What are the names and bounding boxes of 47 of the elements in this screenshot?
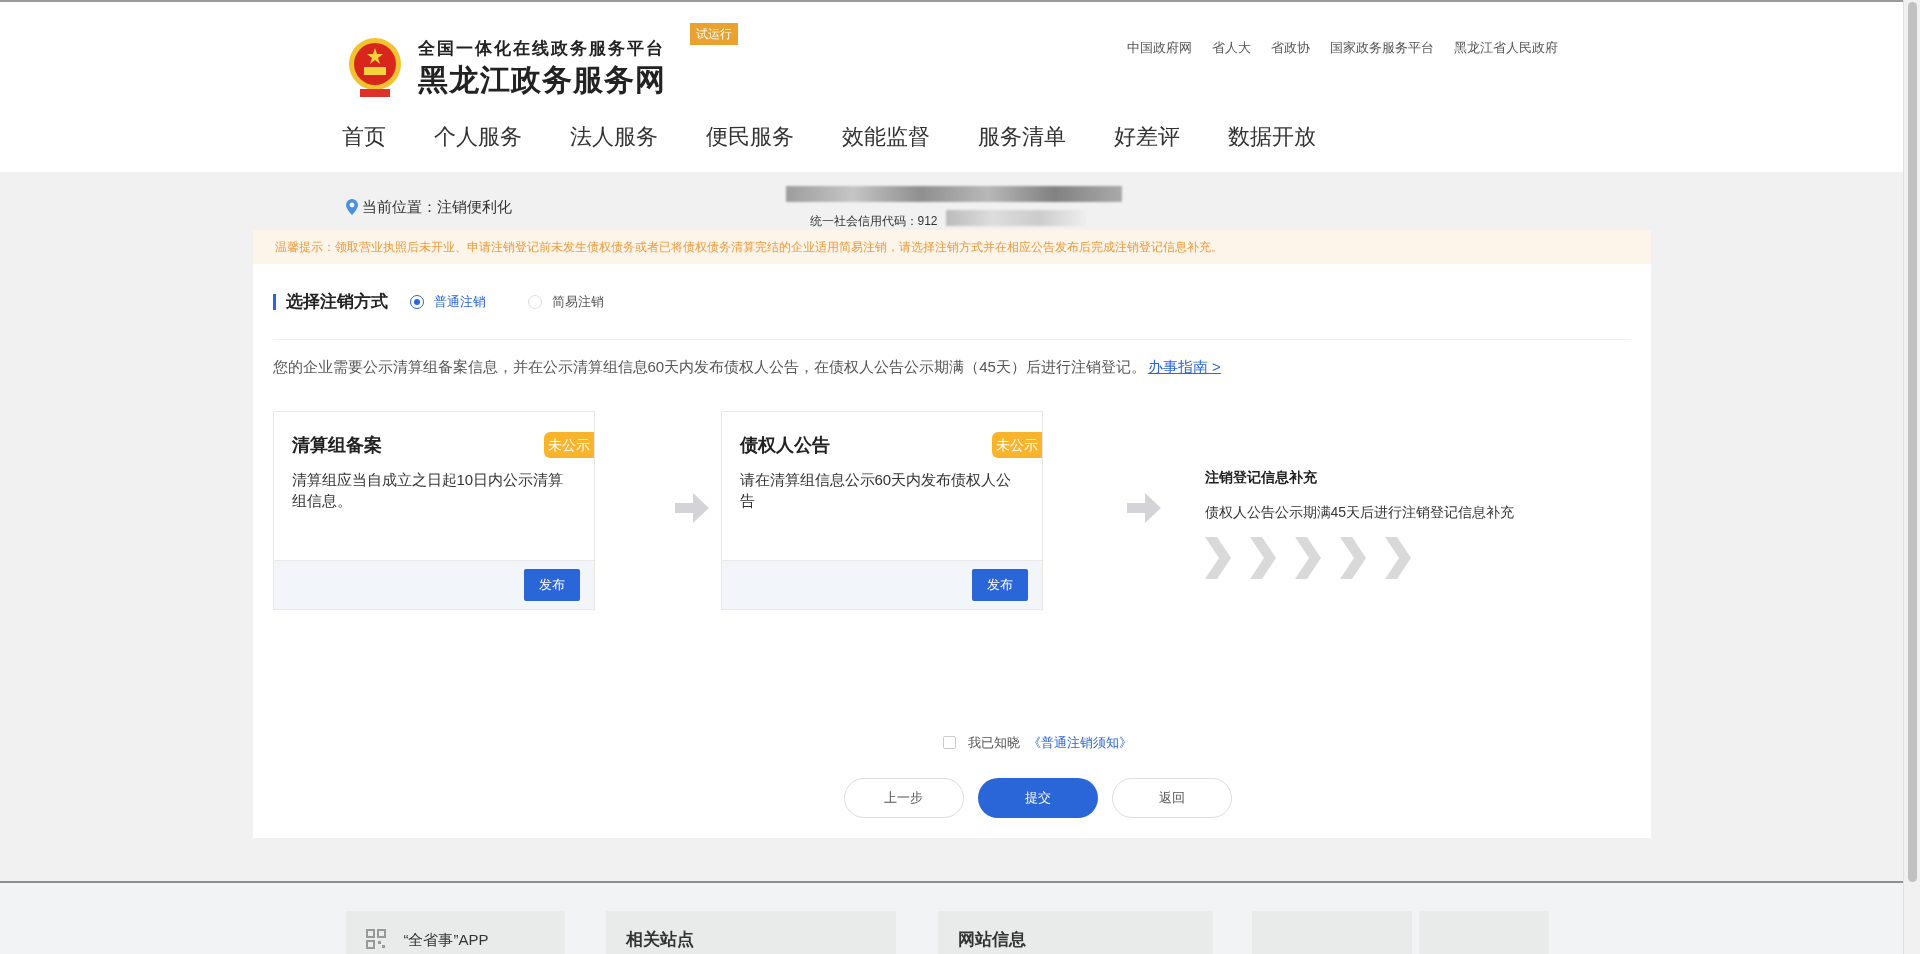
top-link[interactable]: 省政协 [1270, 38, 1310, 58]
nav-item[interactable]: 好差评 [1113, 120, 1180, 153]
top-link[interactable]: 省人大 [1211, 38, 1251, 58]
submit-button[interactable]: 提交 [977, 778, 1098, 818]
step-text: 清算组应当自成立之日起10日内公示清算组信息。 [291, 469, 565, 511]
top-link[interactable]: 黑龙江省人民政府 [1453, 38, 1558, 58]
site-title: 黑龙江政务服务网 [417, 61, 666, 98]
platform-subtitle: 全国一体化在线政务服务平台 [417, 38, 666, 61]
location-pin-icon [345, 199, 358, 216]
nav-item[interactable]: 首页 [341, 120, 386, 153]
top-link[interactable]: 国家政务服务平台 [1329, 38, 1434, 58]
step-text: 债权人公告公示期满45天后进行注销登记信息补充 [1204, 502, 1515, 522]
guide-link[interactable]: 办事指南 > [1147, 356, 1221, 379]
credit-code: 统一社会信用代码：912 [809, 213, 938, 230]
agree-label: 我已知晓 [968, 733, 1020, 752]
nav-item[interactable]: 效能监督 [841, 120, 930, 153]
step-title: 债权人公告 [739, 433, 830, 457]
arrow-right-icon [1126, 492, 1161, 523]
top-link[interactable]: 中国政府网 [1126, 38, 1192, 58]
terms-link[interactable]: 《普通注销须知》 [1028, 732, 1132, 752]
nav-item[interactable]: 法人服务 [569, 120, 658, 153]
nav-item[interactable]: 个人服务 [433, 120, 522, 153]
publish-button[interactable]: 发布 [523, 568, 580, 601]
qr-code-icon [365, 929, 386, 949]
footer-title: 相关站点 [625, 929, 694, 951]
publish-button[interactable]: 发布 [971, 568, 1028, 601]
radio-option[interactable]: 普通注销 [409, 291, 486, 312]
footer-title: “全省事”APP [403, 930, 489, 950]
description: 您的企业需要公示清算组备案信息，并在公示清算组信息60天内发布债权人公告，在债权人公告公示期满（45天）后进行注销登记。 [272, 357, 1146, 377]
radio-option[interactable]: 简易注销 [527, 291, 604, 312]
notice-banner: 温馨提示：领取营业执照后未开业、申请注销登记前未发生债权债务或者已将债权债务清算完结的企业适用简易注销，请选择注销方式并在相应公告发布后完成注销登记信息补充。 [252, 230, 1651, 264]
arrow-right-icon [674, 492, 709, 523]
agree-checkbox[interactable] [943, 735, 956, 749]
status-badge: 未公示 [991, 431, 1042, 458]
breadcrumb: 当前位置：注销便利化 [361, 197, 512, 217]
footer-title: 网站信息 [957, 929, 1026, 951]
section-title: 选择注销方式 [272, 293, 388, 310]
nav-item[interactable]: 便民服务 [705, 120, 794, 153]
step-title: 清算组备案 [291, 433, 382, 457]
status-badge: 未公示 [543, 431, 594, 458]
trial-badge: 试运行 [689, 23, 738, 45]
nav-item[interactable]: 数据开放 [1227, 120, 1316, 153]
nav-item[interactable]: 服务清单 [977, 120, 1066, 153]
action-button[interactable]: 上一步 [843, 778, 964, 818]
step-text: 请在清算组信息公示60天内发布债权人公告 [739, 469, 1013, 511]
action-button[interactable]: 返回 [1111, 778, 1232, 818]
step-title: 注销登记信息补充 [1204, 467, 1318, 487]
